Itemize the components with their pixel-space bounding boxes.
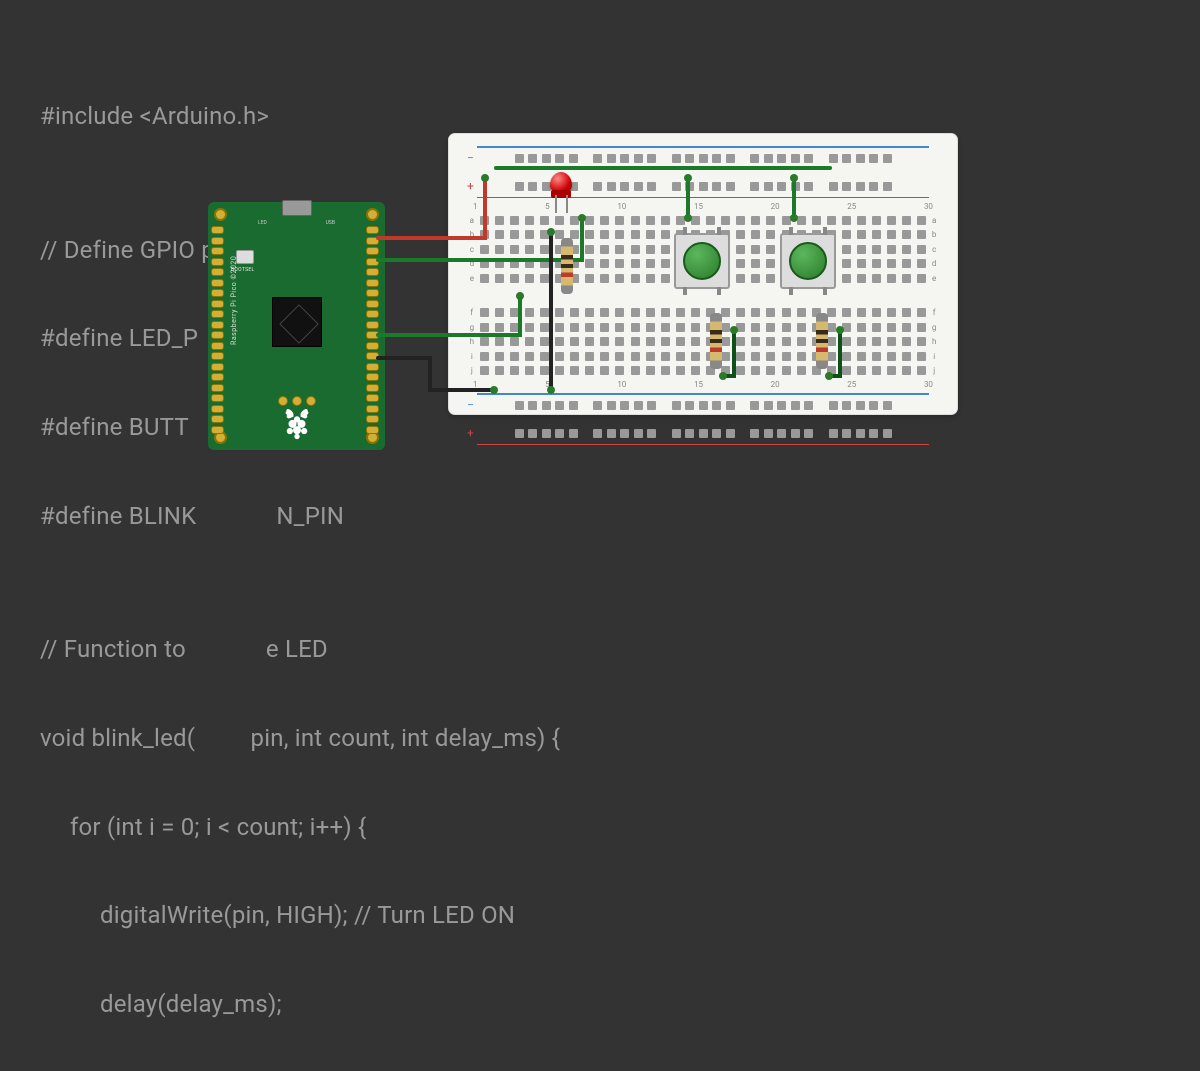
pico-pin[interactable] bbox=[366, 426, 379, 434]
code-line-6: #define BLINK N_PIN bbox=[40, 494, 560, 538]
breadboard-bottom-negative-rail[interactable]: − bbox=[469, 391, 937, 419]
pico-pin[interactable] bbox=[366, 289, 379, 297]
pico-pin[interactable] bbox=[211, 268, 224, 276]
pico-pin[interactable] bbox=[366, 258, 379, 266]
code-line-11: digitalWrite(pin, HIGH); // Turn LED ON bbox=[40, 893, 560, 937]
code-line-8: // Function to e LED bbox=[40, 627, 560, 671]
code-line-12: delay(delay_ms); bbox=[40, 982, 560, 1026]
breadboard[interactable]: − + 151015202530 aabbccddee ffgghhiijj 1… bbox=[448, 133, 958, 415]
pico-mounting-hole bbox=[366, 208, 379, 221]
pico-bootsel-button[interactable] bbox=[236, 250, 254, 264]
pico-rp2040-chip bbox=[272, 297, 322, 347]
pico-mounting-hole bbox=[214, 208, 227, 221]
pico-pin[interactable] bbox=[211, 373, 224, 381]
pico-pin[interactable] bbox=[211, 426, 224, 434]
pico-pin[interactable] bbox=[211, 415, 224, 423]
pico-pin[interactable] bbox=[211, 226, 224, 234]
pico-pin[interactable] bbox=[366, 247, 379, 255]
pico-pin[interactable] bbox=[366, 300, 379, 308]
pico-pin[interactable] bbox=[211, 289, 224, 297]
pico-pin[interactable] bbox=[211, 352, 224, 360]
pico-pin[interactable] bbox=[211, 405, 224, 413]
pico-pin[interactable] bbox=[211, 300, 224, 308]
pico-pin[interactable] bbox=[211, 258, 224, 266]
pico-pin[interactable] bbox=[211, 237, 224, 245]
pico-led-label: LED bbox=[258, 220, 267, 226]
pico-pin[interactable] bbox=[366, 405, 379, 413]
pico-pin[interactable] bbox=[211, 279, 224, 287]
pico-usb-port bbox=[282, 200, 312, 216]
pico-pin[interactable] bbox=[211, 321, 224, 329]
raspberry-pi-logo-icon bbox=[282, 406, 312, 440]
pico-pin[interactable] bbox=[211, 394, 224, 402]
breadboard-terminal-strip-bottom[interactable]: ffgghhiijj bbox=[469, 306, 937, 379]
pico-pin[interactable] bbox=[366, 373, 379, 381]
pico-pin[interactable] bbox=[366, 237, 379, 245]
breadboard-top-negative-rail[interactable]: − bbox=[469, 144, 937, 172]
pico-pin[interactable] bbox=[211, 247, 224, 255]
pico-pin[interactable] bbox=[366, 352, 379, 360]
pico-pin[interactable] bbox=[366, 415, 379, 423]
raspberry-pi-pico-board[interactable]: LED USB BOOTSEL Raspberry Pi Pico ©2020 bbox=[208, 202, 385, 450]
breadboard-bottom-positive-rail[interactable]: + bbox=[469, 419, 937, 447]
breadboard-center-divider bbox=[469, 288, 937, 304]
pico-pins-right[interactable] bbox=[366, 226, 382, 434]
pico-pin[interactable] bbox=[366, 394, 379, 402]
pico-pin[interactable] bbox=[211, 310, 224, 318]
pico-pins-left[interactable] bbox=[211, 226, 227, 434]
pico-pin[interactable] bbox=[211, 342, 224, 350]
pico-pin[interactable] bbox=[366, 310, 379, 318]
pico-pin[interactable] bbox=[366, 279, 379, 287]
pico-pin[interactable] bbox=[366, 384, 379, 392]
code-line-10: for (int i = 0; i < count; i++) { bbox=[40, 805, 560, 849]
code-line-9: void blink_led( pin, int count, int dela… bbox=[40, 716, 560, 760]
pico-usb-label: USB bbox=[326, 220, 335, 226]
pico-debug-pins bbox=[278, 396, 316, 406]
pico-pin[interactable] bbox=[211, 331, 224, 339]
pico-pin[interactable] bbox=[366, 321, 379, 329]
pico-pin[interactable] bbox=[211, 363, 224, 371]
pico-pin[interactable] bbox=[366, 226, 379, 234]
breadboard-column-numbers-bottom: 151015202530 bbox=[469, 380, 937, 389]
breadboard-terminal-strip-top[interactable]: aabbccddee bbox=[469, 213, 937, 286]
pico-pin[interactable] bbox=[366, 363, 379, 371]
pico-pin[interactable] bbox=[366, 268, 379, 276]
pico-pin[interactable] bbox=[211, 384, 224, 392]
pico-board-text: Raspberry Pi Pico ©2020 bbox=[230, 256, 238, 345]
pico-pin[interactable] bbox=[366, 331, 379, 339]
pico-pin[interactable] bbox=[366, 342, 379, 350]
breadboard-top-positive-rail[interactable]: + bbox=[469, 172, 937, 200]
breadboard-column-numbers-top: 151015202530 bbox=[469, 202, 937, 211]
